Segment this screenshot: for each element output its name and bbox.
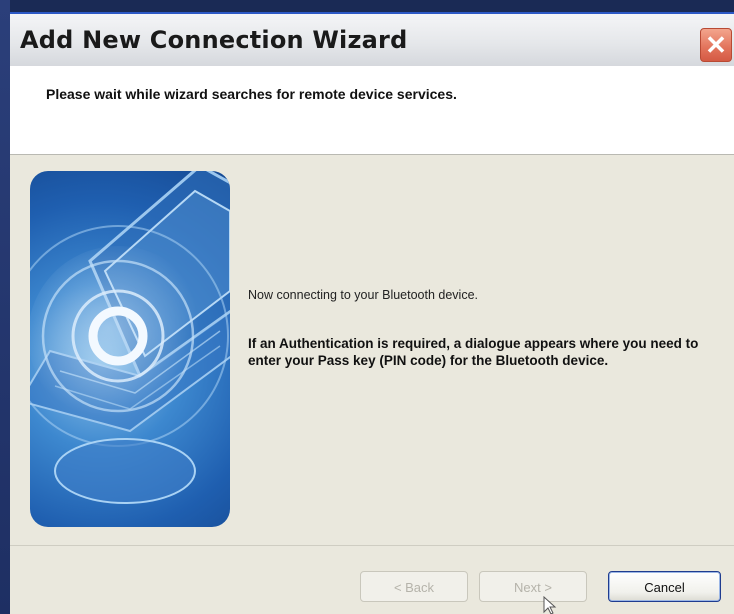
back-button[interactable]: < Back	[360, 571, 468, 602]
wizard-window: Add New Connection Wizard ✕ Please wait …	[0, 0, 734, 614]
bluetooth-laptop-illustration-icon	[30, 171, 230, 527]
close-icon: ✕	[705, 30, 727, 60]
header-instruction: Please wait while wizard searches for re…	[46, 86, 457, 102]
status-message: Now connecting to your Bluetooth device.	[248, 288, 478, 302]
wizard-header: Please wait while wizard searches for re…	[10, 66, 734, 155]
next-button[interactable]: Next >	[479, 571, 587, 602]
authentication-message: If an Authentication is required, a dial…	[248, 336, 699, 368]
close-button[interactable]: ✕	[700, 28, 732, 62]
window-title: Add New Connection Wizard	[20, 26, 408, 54]
title-bar[interactable]: Add New Connection Wizard ✕	[10, 12, 734, 68]
mouse-pointer-icon	[543, 596, 557, 614]
wizard-content: Now connecting to your Bluetooth device.…	[10, 155, 734, 545]
desktop-background-edge	[0, 0, 10, 614]
cancel-button[interactable]: Cancel	[608, 571, 721, 602]
wizard-footer: < Back Next > Cancel	[10, 545, 734, 614]
